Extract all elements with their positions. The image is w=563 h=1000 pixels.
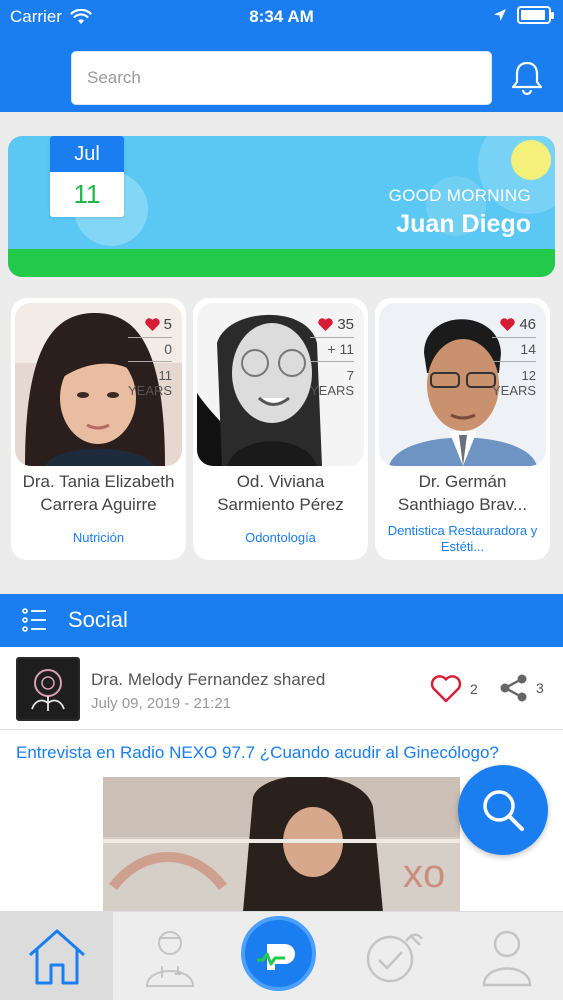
years-experience: 12 YEARS xyxy=(492,368,536,398)
list-icon[interactable] xyxy=(22,607,48,633)
home-icon xyxy=(28,929,85,984)
search-icon xyxy=(483,790,524,831)
post-image[interactable]: xo xyxy=(103,777,460,912)
tab-home[interactable] xyxy=(0,912,113,1000)
doctor-name: Dra. Tania Elizabeth Carrera Aguirre xyxy=(22,472,175,514)
doctor-specialty[interactable]: Dentistica Restauradora y Estéti... xyxy=(375,523,550,555)
calendar-month: Jul xyxy=(50,136,124,172)
stethoscope-check-icon xyxy=(366,933,423,982)
tab-app-logo[interactable] xyxy=(241,916,316,991)
stats-divider xyxy=(492,361,536,362)
status-time: 8:34 AM xyxy=(249,7,314,26)
calendar-widget: Jul 11 xyxy=(50,136,124,217)
doctor-name: Dr. Germán Santhiago Brav... xyxy=(397,472,528,514)
stats-divider xyxy=(128,361,172,362)
plus-count: + 11 xyxy=(327,341,354,357)
heart-icon xyxy=(144,318,160,331)
post-like-count: 2 xyxy=(470,681,478,697)
bottom-navigation xyxy=(0,911,563,1000)
likes-value: 5 xyxy=(163,316,172,333)
stats-divider xyxy=(128,337,172,338)
likes-count: 5 xyxy=(128,316,172,333)
profile-icon xyxy=(482,930,531,986)
years-value: 7 xyxy=(346,368,354,383)
heart-icon xyxy=(318,318,334,331)
plus-count: 14 xyxy=(520,341,536,357)
years-label: YEARS xyxy=(128,383,173,398)
post-author: Dra. Melody Fernandez shared xyxy=(91,670,326,689)
post-divider xyxy=(0,729,563,730)
years-experience: 11 YEARS xyxy=(128,368,172,398)
heart-icon xyxy=(500,318,516,331)
doctor-specialty[interactable]: Nutrición xyxy=(11,530,186,546)
post-headline-link[interactable]: Entrevista en Radio NEXO 97.7 ¿Cuando ac… xyxy=(16,743,499,763)
likes-count: 46 xyxy=(492,316,536,333)
app-logo-icon xyxy=(257,944,295,970)
doctor-stats: 46 14 12 YEARS xyxy=(492,316,536,398)
greeting-text: GOOD MORNING Juan Diego xyxy=(389,186,531,239)
doctor-card[interactable]: 35 + 11 7 YEARS Od. Viviana Sarmiento Pé… xyxy=(193,298,368,560)
doctor-specialty[interactable]: Odontología xyxy=(193,530,368,546)
years-value: 11 xyxy=(158,368,173,383)
location-arrow-icon xyxy=(494,9,506,21)
app-header: Carrier 8:34 AM xyxy=(0,0,563,112)
doctor-card[interactable]: 46 14 12 YEARS Dr. Germán Santhiago Brav… xyxy=(375,298,550,560)
bell-icon[interactable] xyxy=(510,60,544,96)
years-label: YEARS xyxy=(310,383,355,398)
social-section-header: Social xyxy=(0,594,563,647)
share-icon xyxy=(500,674,527,702)
doctor-card[interactable]: 5 0 11 YEARS Dra. Tania Elizabeth Carrer… xyxy=(11,298,186,560)
doctor-name: Od. Viviana Sarmiento Pérez xyxy=(217,472,344,514)
tab-profile[interactable] xyxy=(450,912,563,1000)
search-field[interactable] xyxy=(71,51,492,105)
post-date: July 09, 2019 - 21:21 xyxy=(91,695,232,712)
floating-search-button[interactable] xyxy=(458,765,548,855)
doctor-stats: 5 0 11 YEARS xyxy=(128,316,172,398)
years-value: 12 xyxy=(521,368,536,383)
social-title: Social xyxy=(68,607,128,632)
status-bar: Carrier 8:34 AM xyxy=(0,4,563,30)
doctor-stats: 35 + 11 7 YEARS xyxy=(310,316,354,398)
post-like-button[interactable]: 2 xyxy=(430,675,478,703)
greeting-banner: Jul 11 GOOD MORNING Juan Diego xyxy=(8,136,555,277)
status-right-group xyxy=(493,6,554,24)
post-share-button[interactable]: 3 xyxy=(499,673,544,703)
battery-icon xyxy=(517,6,554,24)
years-label: YEARS xyxy=(492,383,537,398)
sun-icon xyxy=(511,140,551,180)
heart-outline-icon xyxy=(430,675,462,703)
post-share-count: 3 xyxy=(536,680,544,696)
search-input[interactable] xyxy=(72,52,491,104)
years-experience: 7 YEARS xyxy=(310,368,354,398)
likes-count: 35 xyxy=(310,316,354,333)
tab-consultations[interactable] xyxy=(337,912,450,1000)
tab-doctors[interactable] xyxy=(113,912,226,1000)
likes-value: 46 xyxy=(519,316,536,333)
svg-text:xo: xo xyxy=(403,852,445,896)
grass-strip xyxy=(8,249,555,277)
plus-count: 0 xyxy=(164,341,172,357)
likes-value: 35 xyxy=(337,316,354,333)
stats-divider xyxy=(310,337,354,338)
doctor-icon xyxy=(145,930,194,987)
calendar-day: 11 xyxy=(73,179,101,209)
author-avatar[interactable] xyxy=(16,657,80,721)
stats-divider xyxy=(310,361,354,362)
greeting-salutation: GOOD MORNING xyxy=(388,186,531,205)
greeting-user-name: Juan Diego xyxy=(396,210,531,238)
stats-divider xyxy=(492,337,536,338)
